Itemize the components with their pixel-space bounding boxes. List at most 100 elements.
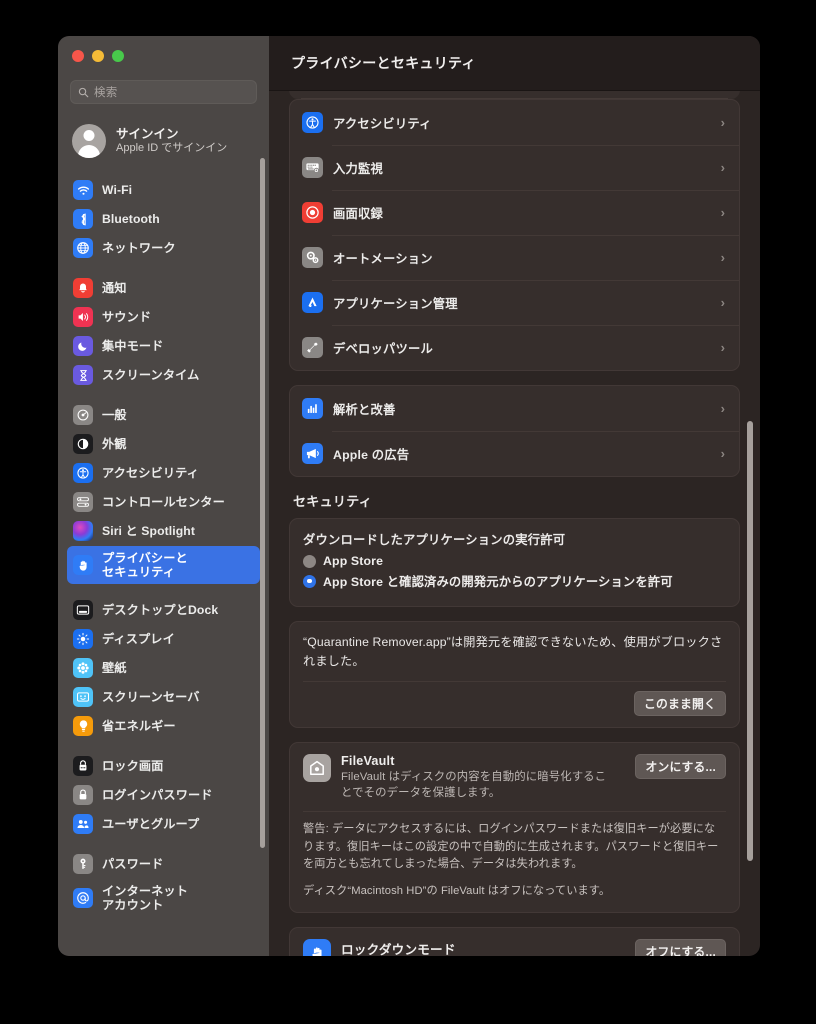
sidebar-scrollbar-thumb[interactable] (260, 158, 265, 848)
row-label: Apple の広告 (333, 447, 410, 462)
sidebar-item-label: スクリーンセーバ (102, 689, 200, 704)
open-anyway-button[interactable]: このまま開く (634, 690, 726, 716)
sidebar-item-general[interactable]: 一般 (67, 401, 260, 429)
keyboard-monitor-icon (302, 157, 323, 178)
sidebar-item-label: 省エネルギー (102, 718, 176, 733)
control-center-icon (73, 492, 93, 512)
row-screen-recording[interactable]: 画面収録 › (290, 190, 739, 235)
row-label: 解析と改善 (333, 402, 396, 417)
chevron-right-icon: › (720, 205, 725, 220)
row-automation[interactable]: オートメーション › (290, 235, 739, 280)
sidebar-item-appearance[interactable]: 外観 (67, 430, 260, 458)
developer-tools-icon (302, 337, 323, 358)
sidebar-item-bluetooth[interactable]: Bluetooth (67, 205, 260, 233)
sidebar-item-label: 外観 (102, 436, 127, 451)
row-label: オートメーション (333, 251, 433, 266)
sidebar-group-general: 一般 外観 アクセシビリティ コントロールセンター Siri と Spotlig… (58, 401, 269, 584)
sidebar-item-energy-saver[interactable]: 省エネルギー (67, 712, 260, 740)
desktop-dock-icon (73, 600, 93, 620)
hand-raised-icon (303, 939, 331, 956)
sidebar-search: 検索 (58, 76, 269, 112)
security-section-heading: セキュリティ (293, 494, 373, 509)
appearance-icon (73, 434, 93, 454)
display-brightness-icon (73, 629, 93, 649)
sidebar-item-lock-screen[interactable]: ロック画面 (67, 752, 260, 780)
lockdown-title: ロックダウンモード (341, 943, 456, 956)
sidebar-item-privacy-security[interactable]: プライバシーと セキュリティ (67, 546, 260, 584)
main-scrollbar[interactable] (746, 91, 755, 956)
hand-raised-icon (73, 555, 93, 575)
row-accessibility[interactable]: アクセシビリティ › (290, 100, 739, 145)
sidebar-item-passwords[interactable]: パスワード (67, 850, 260, 878)
sidebar-item-users-groups[interactable]: ユーザとグループ (67, 810, 260, 838)
row-label: 入力監視 (333, 161, 383, 176)
sidebar-scrollbar[interactable] (259, 112, 266, 956)
sidebar-item-label: 集中モード (102, 338, 164, 353)
analytics-chart-icon (302, 398, 323, 419)
sidebar-item-notifications[interactable]: 通知 (67, 274, 260, 302)
radio-label: App Store (323, 554, 384, 568)
sidebar-item-account[interactable]: サインイン Apple ID でサインイン (58, 118, 269, 164)
close-button[interactable] (72, 50, 84, 62)
sidebar-item-displays[interactable]: ディスプレイ (67, 625, 260, 653)
lockdown-turn-off-button[interactable]: オフにする... (635, 939, 726, 956)
hourglass-icon (73, 365, 93, 385)
bluetooth-icon (73, 209, 93, 229)
sidebar-item-desktop-dock[interactable]: デスクトップとDock (67, 596, 260, 624)
row-apple-advertising[interactable]: Apple の広告 › (290, 431, 739, 476)
sidebar-item-internet-accounts[interactable]: インターネット アカウント (67, 879, 260, 917)
traffic-lights (58, 36, 269, 76)
sidebar-group-connectivity: Wi-Fi Bluetooth ネットワーク (58, 176, 269, 262)
system-settings-window: 検索 サインイン Apple ID でサインイン Wi-Fi Bluetooth… (58, 36, 760, 956)
row-label: アクセシビリティ (333, 116, 432, 131)
minimize-button[interactable] (92, 50, 104, 62)
sidebar-item-label: インターネット アカウント (102, 883, 189, 912)
sidebar-item-siri-spotlight[interactable]: Siri と Spotlight (67, 517, 260, 545)
sidebar-item-network[interactable]: ネットワーク (67, 234, 260, 262)
sidebar-item-screensaver[interactable]: スクリーンセーバ (67, 683, 260, 711)
sidebar-item-sound[interactable]: サウンド (67, 303, 260, 331)
row-app-management[interactable]: アプリケーション管理 › (290, 280, 739, 325)
filevault-description: FileVault はディスクの内容を自動的に暗号化することでそのデータを保護し… (341, 770, 607, 799)
sidebar-scroll-area: サインイン Apple ID でサインイン Wi-Fi Bluetooth ネッ… (58, 112, 269, 956)
gatekeeper-option-appstore-identified[interactable]: App Store と確認済みの開発元からのアプリケーションを許可 (303, 572, 726, 590)
radio-button-selected[interactable] (303, 574, 316, 588)
lightbulb-icon (73, 716, 93, 736)
advertising-megaphone-icon (302, 443, 323, 464)
sidebar-item-label: 通知 (102, 280, 127, 295)
filevault-turn-on-button[interactable]: オンにする... (635, 753, 726, 779)
radio-label: App Store と確認済みの開発元からのアプリケーションを許可 (323, 575, 673, 589)
sidebar-item-accessibility[interactable]: アクセシビリティ (67, 459, 260, 487)
at-sign-icon (73, 888, 93, 908)
sidebar-group-lock: ロック画面 ログインパスワード ユーザとグループ (58, 752, 269, 838)
sidebar-item-screentime[interactable]: スクリーンタイム (67, 361, 260, 389)
row-input-monitoring[interactable]: 入力監視 › (290, 145, 739, 190)
main-scrollbar-thumb[interactable] (747, 421, 753, 861)
chevron-right-icon: › (720, 250, 725, 265)
radio-button[interactable] (303, 554, 316, 568)
automation-gears-icon (302, 247, 323, 268)
clipped-card-top (289, 91, 740, 99)
privacy-permissions-card: アクセシビリティ › 入力監視 › 画面収録 › オートメーション › アプリケ… (289, 99, 740, 371)
gatekeeper-option-appstore[interactable]: App Store (303, 554, 726, 568)
sidebar-item-wallpaper[interactable]: 壁紙 (67, 654, 260, 682)
wallpaper-icon (73, 658, 93, 678)
search-input[interactable]: 検索 (70, 80, 257, 104)
zoom-button[interactable] (112, 50, 124, 62)
row-developer-tools[interactable]: デベロッパツール › (290, 325, 739, 370)
settings-content: アクセシビリティ › 入力監視 › 画面収録 › オートメーション › アプリケ… (269, 91, 760, 956)
sidebar-item-focus[interactable]: 集中モード (67, 332, 260, 360)
chevron-right-icon: › (720, 401, 725, 416)
sidebar-item-wifi[interactable]: Wi-Fi (67, 176, 260, 204)
main-panel: プライバシーとセキュリティ アクセシビリティ › 入力監視 › 画面収録 › オ… (269, 36, 760, 956)
sidebar-item-login-password[interactable]: ログインパスワード (67, 781, 260, 809)
sidebar-item-label: デスクトップとDock (102, 602, 219, 617)
sidebar-item-label: ロック画面 (102, 758, 164, 773)
row-analytics-improvements[interactable]: 解析と改善 › (290, 386, 739, 431)
row-label: アプリケーション管理 (333, 296, 458, 311)
sidebar-item-control-center[interactable]: コントロールセンター (67, 488, 260, 516)
sidebar: 検索 サインイン Apple ID でサインイン Wi-Fi Bluetooth… (58, 36, 269, 956)
sidebar-item-label: Siri と Spotlight (102, 523, 196, 538)
siri-icon (73, 521, 93, 541)
chevron-right-icon: › (720, 160, 725, 175)
